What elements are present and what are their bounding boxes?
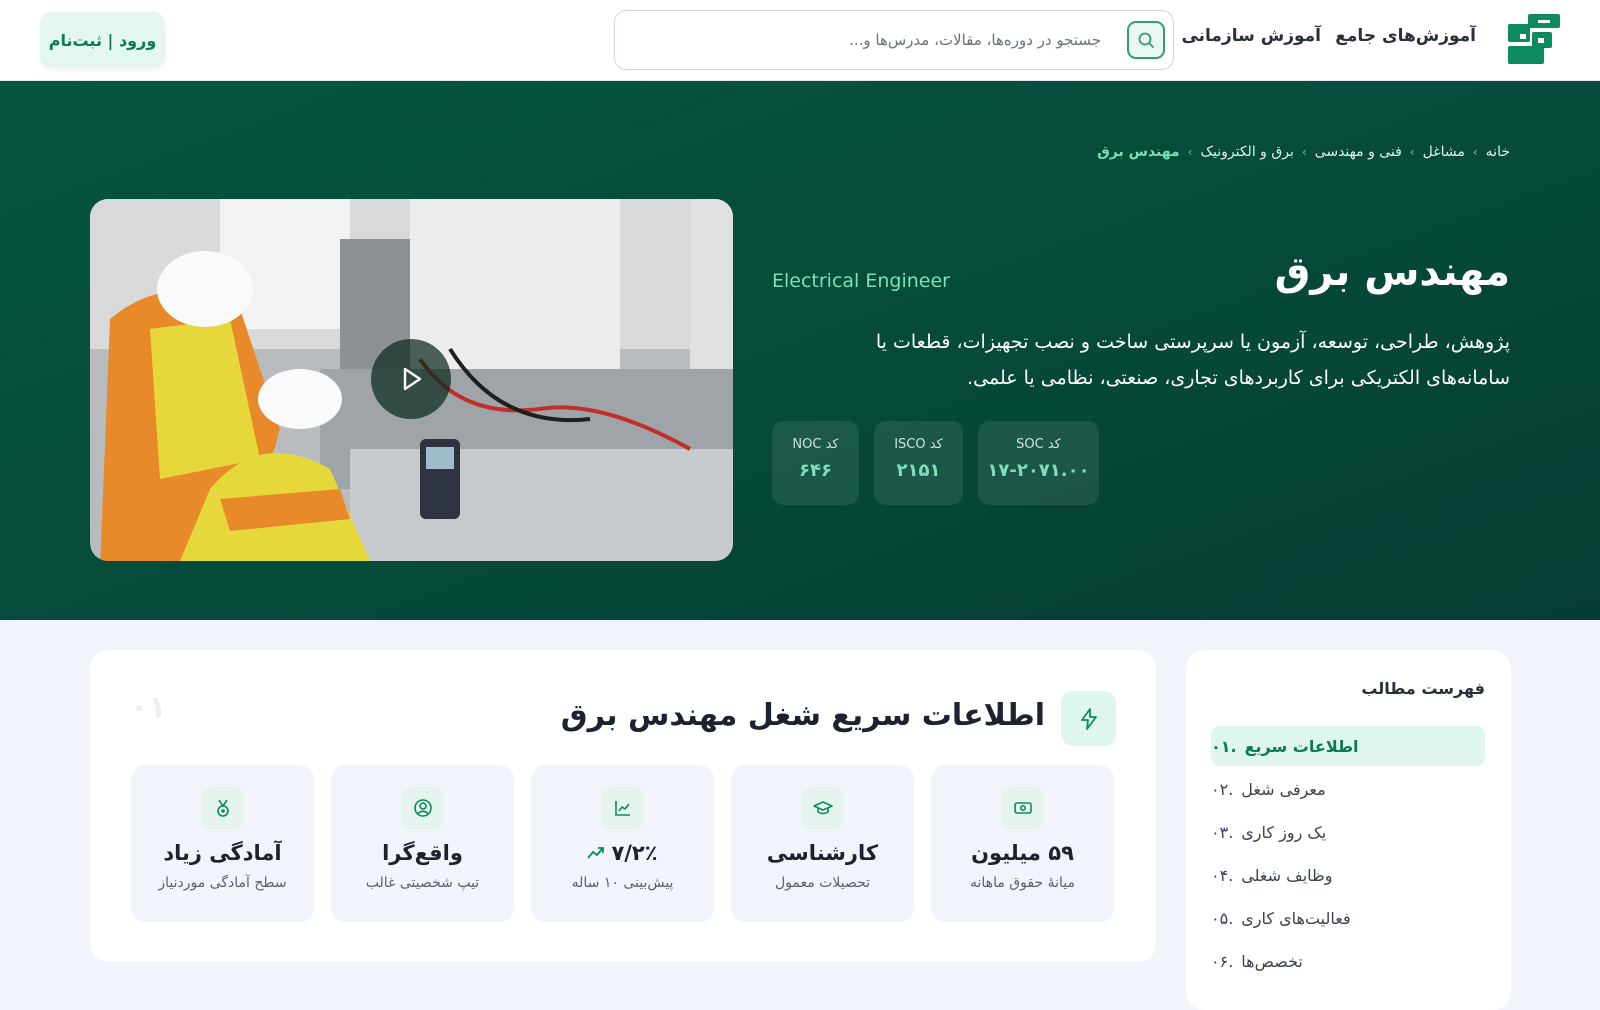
toc-item-job-intro[interactable]: ۰۲. معرفی شغل [1211, 769, 1485, 809]
fact-value: واقع‌گرا [382, 841, 463, 865]
toc-item-label: یک روز کاری [1241, 822, 1327, 842]
fact-card-readiness: آمادگی زیاد سطح آمادگی موردنیاز [131, 765, 314, 922]
toc-item-number: ۰۱. [1211, 736, 1237, 756]
fact-value: کارشناسی [766, 841, 879, 865]
fact-value: ۷/۲٪ [611, 841, 658, 865]
breadcrumb-engineering[interactable]: فنی و مهندسی [1315, 144, 1402, 160]
isco-code-badge: کد ISCO ۲۱۵۱ [874, 421, 963, 505]
page-title-english: Electrical Engineer [772, 270, 950, 292]
soc-code-value: ۱۷-۲۰۷۱.۰۰ [987, 460, 1090, 481]
toc-item-workday[interactable]: ۰۳. یک روز کاری [1211, 812, 1485, 852]
chevron-left-icon: ‹ [1472, 145, 1478, 159]
search-icon [1138, 32, 1154, 48]
soc-code-label: کد SOC [1016, 437, 1061, 452]
isco-code-value: ۲۱۵۱ [896, 460, 941, 481]
medal-icon [201, 787, 244, 829]
user-circle-icon [401, 787, 444, 829]
chevron-left-icon: ‹ [1187, 145, 1193, 159]
toc-item-quick-facts[interactable]: ۰۱. اطلاعات سریع [1211, 726, 1485, 766]
fact-label: میانهٔ حقوق ماهانه [970, 875, 1075, 891]
toc-item-label: تخصص‌ها [1241, 951, 1303, 971]
toc-item-specialties[interactable]: ۰۶. تخصص‌ها [1211, 941, 1485, 981]
toc-item-label: وظایف شغلی [1241, 865, 1333, 885]
chevron-left-icon: ‹ [1301, 145, 1307, 159]
quick-facts-title: اطلاعات سریع شغل مهندس برق [560, 698, 1045, 733]
noc-code-badge: کد NOC ۶۴۶ [772, 421, 859, 505]
money-icon [1001, 787, 1044, 829]
toc-item-label: اطلاعات سریع [1244, 736, 1359, 756]
isco-code-label: کد ISCO [894, 437, 943, 452]
breadcrumb-home[interactable]: خانه [1486, 144, 1510, 160]
fact-card-personality: واقع‌گرا تیپ شخصیتی غالب [331, 765, 514, 922]
lightning-icon [1061, 691, 1116, 746]
site-header: آموزش‌های جامع آموزش سازمانی ورود | ثبت‌… [0, 0, 1600, 81]
fact-label: پیش‌بینی ۱۰ ساله [571, 875, 674, 891]
search-button[interactable] [1127, 21, 1165, 59]
fact-label: سطح آمادگی موردنیاز [158, 875, 287, 891]
breadcrumb-jobs[interactable]: مشاغل [1423, 144, 1465, 160]
trending-up-icon [587, 847, 605, 859]
fact-label: تیپ شخصیتی غالب [365, 875, 480, 891]
search-box [614, 10, 1174, 70]
page-title: مهندس برق [1274, 249, 1510, 295]
quick-facts-section: ۰۱ اطلاعات سریع شغل مهندس برق ۵۹ میلیون … [90, 650, 1156, 962]
fact-card-outlook: ۷/۲٪ پیش‌بینی ۱۰ ساله [531, 765, 714, 922]
nav-corporate-training[interactable]: آموزش سازمانی [1181, 26, 1321, 46]
noc-code-label: کد NOC [792, 437, 839, 452]
breadcrumb-electronics[interactable]: برق و الکترونیک [1200, 144, 1293, 160]
fact-card-education: کارشناسی تحصیلات معمول [731, 765, 914, 922]
chart-line-icon [601, 787, 644, 829]
search-input[interactable] [629, 11, 1101, 69]
brand-logo-icon[interactable] [1508, 14, 1560, 66]
toc-item-number: ۰۳. [1211, 822, 1234, 842]
toc-title: فهرست مطالب [1361, 679, 1485, 698]
toc-item-number: ۰۵. [1211, 908, 1234, 928]
login-register-button[interactable]: ورود | ثبت‌نام [40, 12, 165, 68]
fact-value: ۵۹ میلیون [971, 841, 1074, 865]
intro-video[interactable] [90, 199, 733, 561]
graduation-cap-icon [801, 787, 844, 829]
play-icon [403, 367, 422, 391]
noc-code-value: ۶۴۶ [799, 460, 832, 481]
nav-comprehensive-courses[interactable]: آموزش‌های جامع [1335, 26, 1476, 46]
soc-code-badge: کد SOC ۱۷-۲۰۷۱.۰۰ [978, 421, 1099, 505]
toc-item-number: ۰۶. [1211, 951, 1234, 971]
toc-item-label: معرفی شغل [1241, 779, 1326, 799]
chevron-left-icon: ‹ [1409, 145, 1415, 159]
fact-label: تحصیلات معمول [774, 875, 871, 891]
breadcrumb: خانه ‹ مشاغل ‹ فنی و مهندسی ‹ برق و الکت… [1097, 144, 1510, 160]
toc-item-label: فعالیت‌های کاری [1241, 908, 1351, 928]
breadcrumb-current: مهندس برق [1097, 144, 1180, 160]
fact-value-row: ۷/۲٪ [531, 841, 714, 865]
play-button[interactable] [371, 339, 451, 419]
toc-item-duties[interactable]: ۰۴. وظایف شغلی [1211, 855, 1485, 895]
fact-value: آمادگی زیاد [163, 841, 282, 865]
toc-item-number: ۰۲. [1211, 779, 1234, 799]
section-number: ۰۱ [130, 690, 167, 725]
fact-card-salary: ۵۹ میلیون میانهٔ حقوق ماهانه [931, 765, 1114, 922]
hero-section: خانه ‹ مشاغل ‹ فنی و مهندسی ‹ برق و الکت… [0, 81, 1600, 620]
toc-item-number: ۰۴. [1211, 865, 1234, 885]
job-description: پژوهش، طراحی، توسعه، آزمون یا سرپرستی سا… [875, 331, 1510, 389]
toc-item-activities[interactable]: ۰۵. فعالیت‌های کاری [1211, 898, 1485, 938]
table-of-contents: فهرست مطالب ۰۱. اطلاعات سریع ۰۲. معرفی ش… [1186, 650, 1511, 1010]
